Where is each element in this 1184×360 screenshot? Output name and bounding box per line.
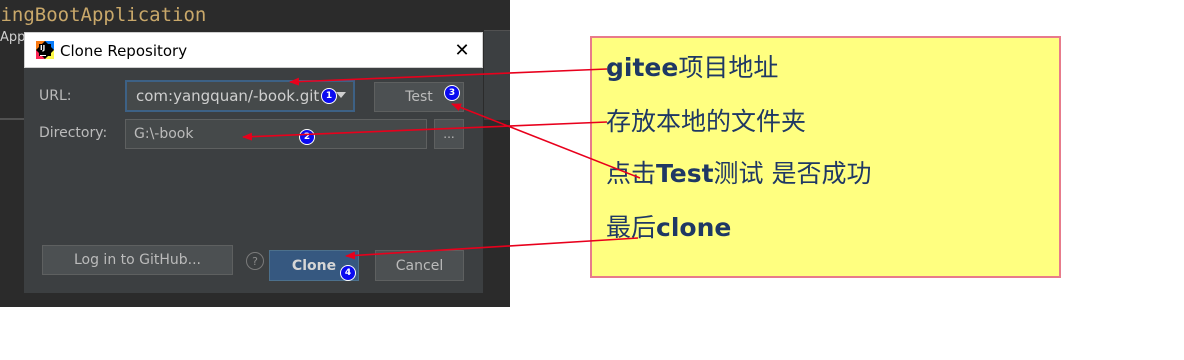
arrow-to-directory [242, 121, 608, 141]
arrow-to-clone [345, 237, 639, 260]
annotation-arrows [242, 68, 641, 260]
arrow-to-test [451, 103, 641, 179]
arrow-to-url [289, 68, 608, 86]
